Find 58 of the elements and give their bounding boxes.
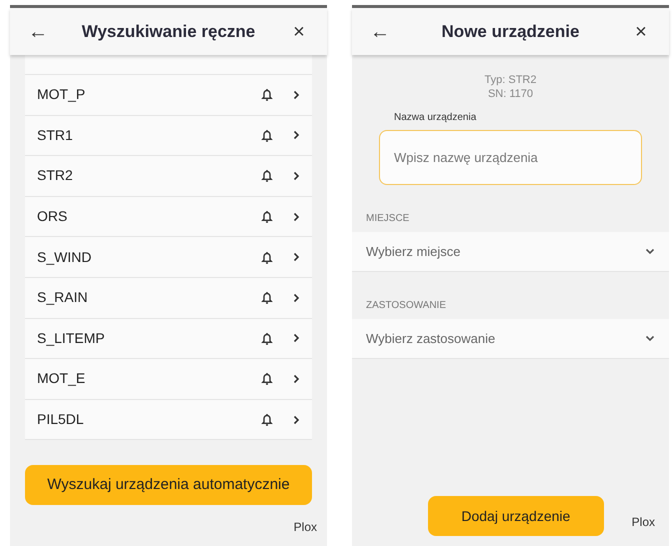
brand-label: Plox — [294, 519, 317, 536]
device-row[interactable]: S_LITEMP — [25, 318, 312, 360]
back-button[interactable]: ← — [26, 22, 50, 42]
bell-icon[interactable] — [261, 250, 273, 264]
bell-icon[interactable] — [261, 210, 273, 224]
bell-icon[interactable] — [261, 413, 273, 426]
chevron-right-icon[interactable] — [293, 212, 300, 222]
bell-icon[interactable] — [261, 291, 273, 304]
dropdown-field[interactable]: Wybierz miejsce — [352, 232, 669, 272]
chevron-right-icon[interactable] — [293, 130, 300, 140]
device-name-field[interactable]: Wpisz nazwę urządzenia — [379, 130, 642, 185]
device-name: PIL5DL — [37, 410, 85, 430]
bell-icon[interactable] — [261, 169, 273, 182]
add-device-button[interactable]: Dodaj urządzenie — [428, 496, 604, 536]
device-name: ORS — [37, 207, 68, 226]
chevron-right-icon[interactable] — [293, 374, 300, 384]
close-button[interactable]: × — [287, 22, 311, 42]
device-name: S_RAIN — [37, 288, 89, 308]
device-name: STR2 — [37, 166, 74, 186]
device-row[interactable]: STR1 — [25, 116, 312, 156]
chevron-right-icon[interactable] — [293, 90, 300, 100]
device-name: MOT_E — [37, 369, 86, 388]
device-row[interactable]: S_RAIN — [25, 278, 312, 319]
section-label: MIEJSCE — [365, 212, 410, 226]
chevron-right-icon[interactable] — [293, 170, 300, 181]
device-row[interactable]: S_WIND — [25, 237, 312, 278]
device-row[interactable]: MOT_E — [25, 359, 312, 400]
device-name: MOT_P — [37, 85, 86, 104]
device-row[interactable]: MOT_P — [25, 75, 312, 116]
serial-number: SN: 1170 — [488, 87, 534, 101]
dropdown-field[interactable]: Wybierz zastosowanie — [352, 319, 669, 359]
chevron-down-icon — [645, 335, 655, 342]
screen-title: Wyszukiwanie ręczne — [80, 20, 256, 43]
field-label: Nazwa urządzenia — [394, 111, 478, 125]
bell-icon[interactable] — [261, 372, 273, 386]
chevron-right-icon[interactable] — [293, 252, 300, 262]
device-name: STR1 — [37, 126, 74, 145]
device-name: S_LITEMP — [37, 328, 106, 348]
chevron-right-icon[interactable] — [293, 414, 300, 425]
brand-label: Plox — [632, 515, 655, 529]
dropdown-placeholder: Wybierz miejsce — [366, 242, 462, 261]
device-name: S_WIND — [37, 248, 92, 267]
dropdown-placeholder: Wybierz zastosowanie — [366, 330, 496, 348]
screen-title: Nowe urządzenie — [440, 20, 580, 43]
bell-icon[interactable] — [261, 88, 273, 102]
chevron-right-icon[interactable] — [293, 333, 300, 344]
device-row[interactable]: PIL5DL — [25, 400, 312, 440]
close-button[interactable]: × — [629, 22, 653, 42]
chevron-down-icon — [645, 248, 655, 255]
auto-search-button[interactable]: Wyszukaj urządzenia automatycznie — [25, 465, 312, 506]
chevron-right-icon[interactable] — [293, 292, 300, 303]
device-row[interactable]: ORS — [25, 196, 312, 238]
back-button[interactable]: ← — [368, 22, 392, 42]
bell-icon[interactable] — [261, 332, 273, 345]
section-label: ZASTOSOWANIE — [365, 299, 448, 313]
device-row[interactable]: STR2 — [25, 156, 312, 197]
bell-icon[interactable] — [261, 128, 273, 142]
device-type: Typ: STR2 — [484, 73, 536, 87]
